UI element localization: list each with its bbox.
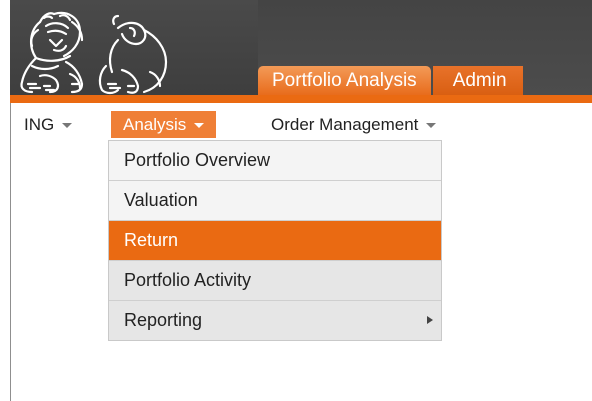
chevron-down-icon bbox=[426, 123, 437, 129]
accent-bar bbox=[10, 95, 592, 103]
submenu-arrow-icon bbox=[427, 316, 433, 324]
menu-order-management[interactable]: Order Management bbox=[271, 111, 437, 138]
menu-item-reporting-label: Reporting bbox=[124, 310, 203, 330]
menu-item-portfolio-overview[interactable]: Portfolio Overview bbox=[109, 141, 441, 180]
menu-item-portfolio-activity[interactable]: Portfolio Activity bbox=[109, 260, 441, 300]
menu-ing-label: ING bbox=[24, 115, 55, 134]
menu-item-valuation[interactable]: Valuation bbox=[109, 180, 441, 220]
menu-item-reporting[interactable]: Reporting bbox=[109, 300, 441, 340]
menu-ing[interactable]: ING bbox=[22, 111, 80, 138]
ing-lion-logo-icon bbox=[20, 11, 168, 95]
tab-admin[interactable]: Admin bbox=[432, 66, 523, 95]
menu-analysis[interactable]: Analysis bbox=[111, 111, 217, 138]
chevron-down-icon bbox=[194, 123, 205, 129]
analysis-dropdown: Portfolio Overview Valuation Return Port… bbox=[108, 140, 442, 341]
menu-analysis-label: Analysis bbox=[123, 115, 187, 134]
logo-area bbox=[10, 0, 258, 95]
tab-portfolio-analysis[interactable]: Portfolio Analysis bbox=[258, 66, 431, 95]
menu-order-management-label: Order Management bbox=[271, 115, 419, 134]
chevron-down-icon bbox=[62, 123, 73, 129]
header-tabs: Portfolio Analysis Admin bbox=[258, 66, 523, 95]
menu-item-return[interactable]: Return bbox=[109, 220, 441, 260]
